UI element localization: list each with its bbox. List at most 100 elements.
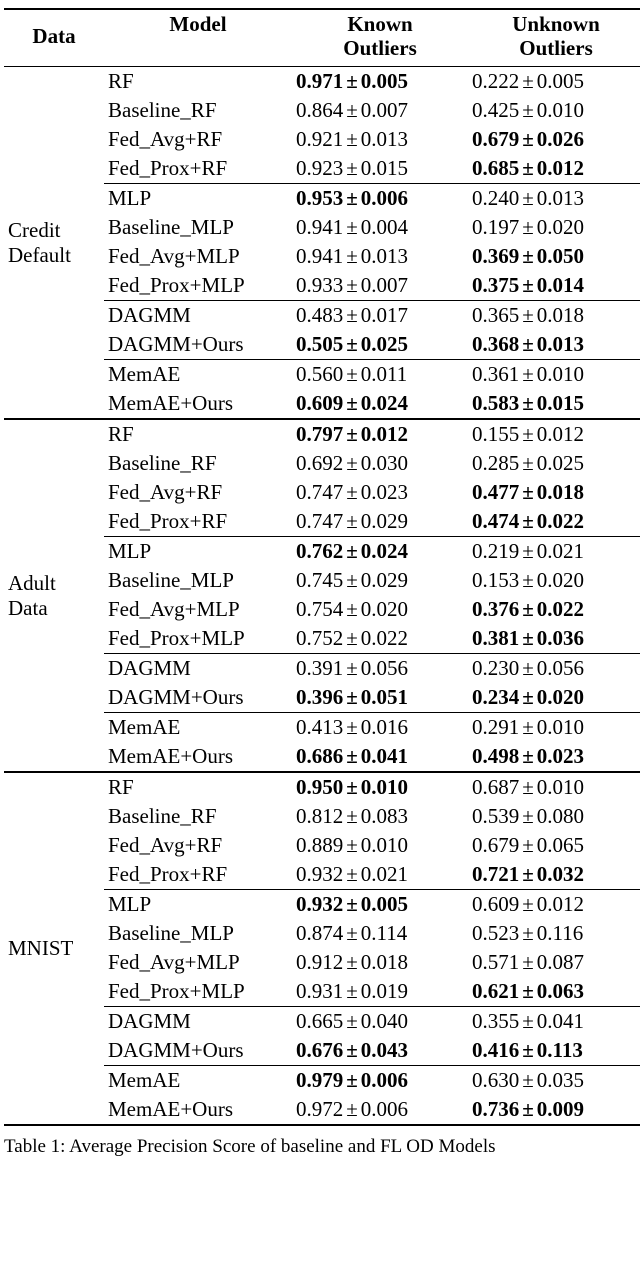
value-cell: 0.219±0.021 [472, 539, 584, 563]
unknown-outliers-value: 0.234±0.020 [468, 683, 640, 713]
value-cell: 0.153±0.020 [472, 568, 584, 592]
value-cell: 0.679±0.065 [472, 833, 584, 857]
value-cell: 0.950±0.010 [296, 775, 408, 799]
model-name: MemAE+Ours [104, 389, 292, 419]
value-cell: 0.361±0.010 [472, 362, 584, 386]
known-outliers-value: 0.752±0.022 [292, 624, 468, 654]
col-header-known-l2: Outliers [343, 36, 417, 60]
value-cell: 0.630±0.035 [472, 1068, 584, 1092]
model-name: Baseline_MLP [104, 919, 292, 948]
value-cell: 0.912±0.018 [296, 950, 408, 974]
dataset-name: CreditDefault [4, 67, 104, 420]
value-cell: 0.931±0.019 [296, 979, 408, 1003]
model-name: RF [104, 419, 292, 449]
unknown-outliers-value: 0.498±0.023 [468, 742, 640, 772]
model-name: DAGMM+Ours [104, 683, 292, 713]
unknown-outliers-value: 0.539±0.080 [468, 802, 640, 831]
known-outliers-value: 0.933±0.007 [292, 271, 468, 301]
unknown-outliers-value: 0.381±0.036 [468, 624, 640, 654]
known-outliers-value: 0.874±0.114 [292, 919, 468, 948]
value-cell: 0.692±0.030 [296, 451, 408, 475]
model-name: DAGMM [104, 301, 292, 331]
value-cell: 0.747±0.029 [296, 509, 408, 533]
unknown-outliers-value: 0.361±0.010 [468, 360, 640, 390]
known-outliers-value: 0.396±0.051 [292, 683, 468, 713]
value-cell: 0.745±0.029 [296, 568, 408, 592]
value-cell: 0.972±0.006 [296, 1097, 408, 1121]
value-cell: 0.505±0.025 [296, 332, 408, 356]
unknown-outliers-value: 0.376±0.022 [468, 595, 640, 624]
unknown-outliers-value: 0.687±0.010 [468, 772, 640, 802]
value-cell: 0.864±0.007 [296, 98, 408, 122]
known-outliers-value: 0.932±0.005 [292, 890, 468, 920]
model-name: Baseline_RF [104, 802, 292, 831]
value-cell: 0.571±0.087 [472, 950, 584, 974]
model-name: DAGMM [104, 654, 292, 684]
value-cell: 0.197±0.020 [472, 215, 584, 239]
unknown-outliers-value: 0.621±0.063 [468, 977, 640, 1007]
value-cell: 0.762±0.024 [296, 539, 408, 563]
model-name: Fed_Prox+MLP [104, 977, 292, 1007]
value-cell: 0.368±0.013 [472, 332, 584, 356]
value-cell: 0.222±0.005 [472, 69, 584, 93]
col-header-unknown: Unknown Outliers [468, 9, 640, 67]
model-name: RF [104, 772, 292, 802]
known-outliers-value: 0.747±0.023 [292, 478, 468, 507]
value-cell: 0.365±0.018 [472, 303, 584, 327]
unknown-outliers-value: 0.240±0.013 [468, 184, 640, 214]
unknown-outliers-value: 0.230±0.056 [468, 654, 640, 684]
model-name: Baseline_MLP [104, 566, 292, 595]
unknown-outliers-value: 0.219±0.021 [468, 537, 640, 567]
known-outliers-value: 0.413±0.016 [292, 713, 468, 743]
value-cell: 0.721±0.032 [472, 862, 584, 886]
unknown-outliers-value: 0.630±0.035 [468, 1066, 640, 1096]
known-outliers-value: 0.972±0.006 [292, 1095, 468, 1125]
value-cell: 0.812±0.083 [296, 804, 408, 828]
known-outliers-value: 0.762±0.024 [292, 537, 468, 567]
known-outliers-value: 0.754±0.020 [292, 595, 468, 624]
known-outliers-value: 0.921±0.013 [292, 125, 468, 154]
unknown-outliers-value: 0.474±0.022 [468, 507, 640, 537]
known-outliers-value: 0.812±0.083 [292, 802, 468, 831]
model-name: Fed_Prox+MLP [104, 271, 292, 301]
value-cell: 0.375±0.014 [472, 273, 584, 297]
value-cell: 0.676±0.043 [296, 1038, 408, 1062]
value-cell: 0.230±0.056 [472, 656, 584, 680]
value-cell: 0.416±0.113 [472, 1038, 583, 1062]
col-header-model: Model [104, 9, 292, 67]
caption-rest: Average Precision Score of baseline and … [65, 1136, 495, 1157]
unknown-outliers-value: 0.609±0.012 [468, 890, 640, 920]
unknown-outliers-value: 0.416±0.113 [468, 1036, 640, 1066]
results-table: Data Model Known Outliers Unknown Outlie… [4, 8, 640, 1126]
value-cell: 0.583±0.015 [472, 391, 584, 415]
known-outliers-value: 0.686±0.041 [292, 742, 468, 772]
value-cell: 0.355±0.041 [472, 1009, 584, 1033]
value-cell: 0.609±0.012 [472, 892, 584, 916]
model-name: Fed_Avg+MLP [104, 595, 292, 624]
unknown-outliers-value: 0.477±0.018 [468, 478, 640, 507]
value-cell: 0.560±0.011 [296, 362, 407, 386]
dataset-name: MNIST [4, 772, 104, 1125]
model-name: DAGMM+Ours [104, 330, 292, 360]
known-outliers-value: 0.941±0.013 [292, 242, 468, 271]
known-outliers-value: 0.912±0.018 [292, 948, 468, 977]
model-name: Fed_Prox+MLP [104, 624, 292, 654]
unknown-outliers-value: 0.736±0.009 [468, 1095, 640, 1125]
value-cell: 0.736±0.009 [472, 1097, 584, 1121]
known-outliers-value: 0.483±0.017 [292, 301, 468, 331]
value-cell: 0.539±0.080 [472, 804, 584, 828]
unknown-outliers-value: 0.153±0.020 [468, 566, 640, 595]
value-cell: 0.285±0.025 [472, 451, 584, 475]
known-outliers-value: 0.391±0.056 [292, 654, 468, 684]
value-cell: 0.797±0.012 [296, 422, 408, 446]
value-cell: 0.621±0.063 [472, 979, 584, 1003]
value-cell: 0.932±0.005 [296, 892, 408, 916]
value-cell: 0.477±0.018 [472, 480, 584, 504]
unknown-outliers-value: 0.721±0.032 [468, 860, 640, 890]
known-outliers-value: 0.889±0.010 [292, 831, 468, 860]
unknown-outliers-value: 0.285±0.025 [468, 449, 640, 478]
value-cell: 0.679±0.026 [472, 127, 584, 151]
value-cell: 0.941±0.013 [296, 244, 408, 268]
value-cell: 0.754±0.020 [296, 597, 408, 621]
unknown-outliers-value: 0.375±0.014 [468, 271, 640, 301]
